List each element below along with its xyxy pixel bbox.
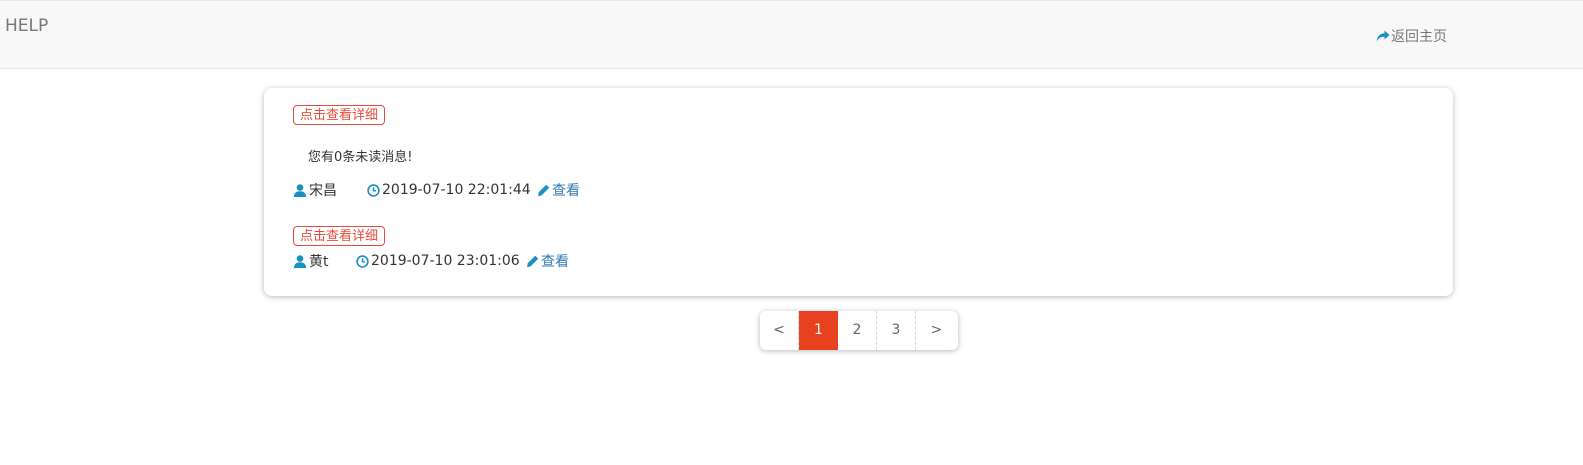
- brand-link[interactable]: HELP: [5, 16, 48, 36]
- timestamp: 2019-07-10 22:01:44: [367, 182, 537, 198]
- pencil-icon: [527, 255, 539, 267]
- timestamp: 2019-07-10 23:01:06: [356, 253, 526, 269]
- prev-page-button[interactable]: <: [760, 311, 799, 350]
- page-2-button[interactable]: 2: [838, 311, 877, 350]
- author-name: 宋昌: [309, 183, 337, 199]
- top-navbar: HELP 返回主页: [0, 0, 1583, 69]
- next-page-button[interactable]: >: [916, 311, 957, 350]
- return-home-link[interactable]: 返回主页: [1376, 26, 1447, 46]
- view-link[interactable]: 查看: [526, 251, 569, 271]
- clock-icon: [367, 183, 380, 197]
- message-meta: 黄t 2019-07-10 23:01:06 查看: [293, 251, 569, 271]
- pagination: < 1 2 3 >: [760, 311, 958, 350]
- return-home-label: 返回主页: [1391, 29, 1447, 45]
- timestamp-text: 2019-07-10 23:01:06: [371, 253, 520, 269]
- pencil-icon: [538, 184, 550, 196]
- page-3-button[interactable]: 3: [877, 311, 916, 350]
- view-label: 查看: [552, 183, 580, 199]
- clock-icon: [356, 254, 369, 268]
- author: 宋昌: [293, 180, 367, 200]
- author: 黄t: [293, 251, 356, 271]
- message-meta: 宋昌 2019-07-10 22:01:44 查看: [293, 180, 580, 200]
- timestamp-text: 2019-07-10 22:01:44: [382, 182, 531, 198]
- view-link[interactable]: 查看: [537, 180, 580, 200]
- messages-panel: 点击查看详细 您有0条未读消息! 宋昌 2019-07-10 22:01:44 …: [264, 88, 1453, 296]
- view-label: 查看: [541, 254, 569, 270]
- share-arrow-icon: [1376, 30, 1390, 42]
- view-detail-tag[interactable]: 点击查看详细: [293, 105, 386, 125]
- user-icon: [293, 254, 307, 268]
- user-icon: [293, 183, 307, 197]
- message-text: 您有0条未读消息!: [308, 150, 413, 165]
- author-name: 黄t: [309, 254, 329, 270]
- view-detail-tag[interactable]: 点击查看详细: [293, 226, 386, 246]
- page-1-button[interactable]: 1: [799, 311, 838, 350]
